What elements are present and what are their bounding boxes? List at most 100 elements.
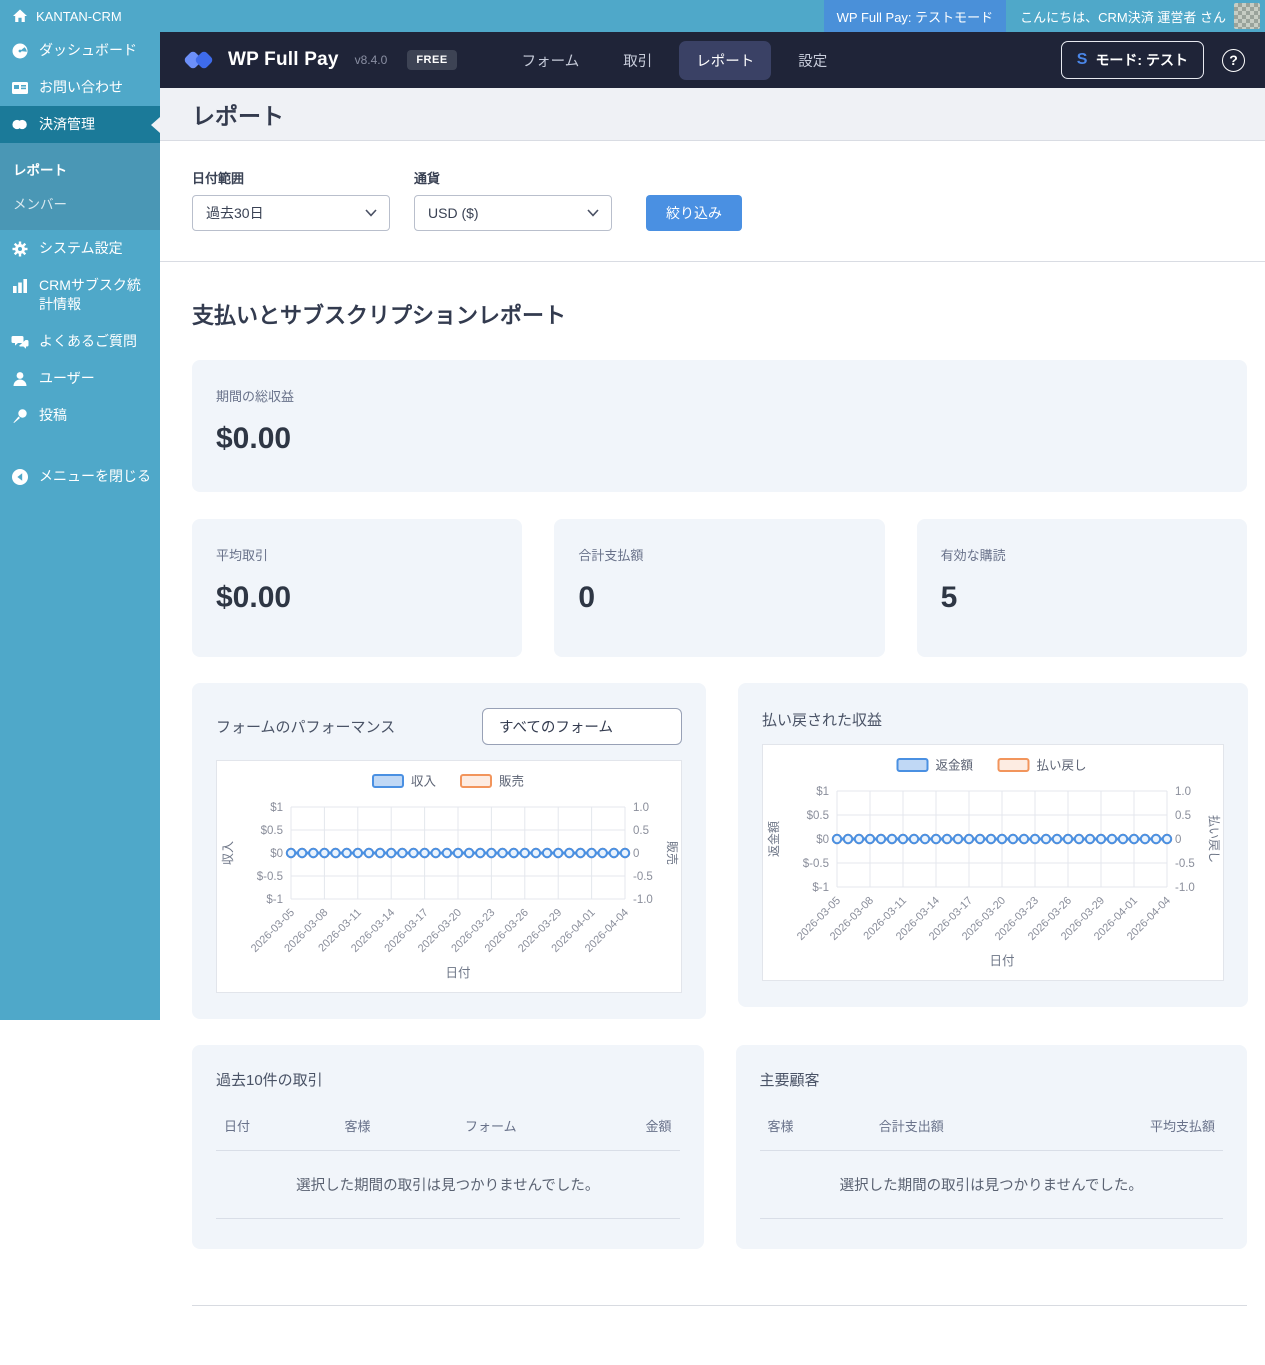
- svg-text:払い戻し: 払い戻し: [1037, 759, 1087, 773]
- filter-submit-button[interactable]: 絞り込み: [646, 195, 742, 231]
- stat-value: $0.00: [216, 422, 292, 455]
- submenu-item-reports[interactable]: レポート: [0, 152, 160, 186]
- svg-text:-0.5: -0.5: [1175, 858, 1195, 870]
- chart-bar-icon: [10, 276, 29, 295]
- svg-text:$0.5: $0.5: [807, 810, 829, 822]
- date-range-select[interactable]: 過去30日: [192, 195, 390, 231]
- svg-text:日付: 日付: [989, 954, 1014, 968]
- column-header: 日付: [224, 1119, 251, 1134]
- dashboard-icon: [10, 41, 29, 60]
- recent-transactions-title: 過去10件の取引: [216, 1072, 323, 1089]
- help-icon[interactable]: ?: [1222, 48, 1245, 72]
- svg-text:$0: $0: [816, 834, 829, 846]
- nav-tab-reports[interactable]: レポート: [679, 40, 772, 80]
- user-icon: [10, 369, 29, 388]
- stat-value: 0: [578, 581, 596, 614]
- sidebar-item-crm-stats[interactable]: CRMサブスク統計情報: [0, 267, 160, 323]
- sidebar-item-label: 決済管理: [39, 116, 95, 132]
- date-range-value: 過去30日: [206, 205, 264, 221]
- pin-icon: [10, 406, 29, 425]
- currency-select[interactable]: USD ($): [414, 195, 612, 231]
- user-greeting[interactable]: こんにちは、CRM決済 運営者 さん: [1006, 7, 1234, 26]
- top-customers-table: 客様 合計支出額 平均支払額 選択した期間の取引は見つかりませんでした。: [759, 1108, 1223, 1219]
- svg-text:$-1: $-1: [812, 882, 829, 894]
- refunded-revenue-chart: $1 1.0 $0.5 0.5 $0 0 $-0.5 -0.5 $-1 -1.0 2026-03-0…: [762, 744, 1224, 981]
- page-header: レポート: [160, 88, 1265, 141]
- chevron-down-icon: [365, 209, 377, 217]
- date-range-label: 日付範囲: [192, 171, 245, 186]
- report-section: 支払いとサブスクリプションレポート 期間の総収益 $0.00 平均取引 $0.0…: [160, 262, 1265, 1365]
- sidebar-item-label: お問い合わせ: [39, 79, 123, 95]
- stat-label: 平均取引: [216, 548, 269, 563]
- mode-test-button[interactable]: S モード: テスト: [1060, 41, 1204, 79]
- empty-message: 選択した期間の取引は見つかりませんでした。: [759, 1150, 1223, 1219]
- sidebar-item-label: CRMサブスク統計情報: [39, 277, 141, 312]
- svg-text:$1: $1: [270, 802, 283, 814]
- active-menu-arrow: [151, 116, 160, 133]
- stat-label: 期間の総収益: [216, 389, 295, 404]
- nav-tab-forms[interactable]: フォーム: [505, 41, 597, 80]
- stat-value: $0.00: [216, 581, 292, 614]
- payments-submenu: レポート メンバー: [0, 143, 160, 230]
- top-customers-card: 主要顧客 客様 合計支出額 平均支払額 選択した期間の取引は見つかりませんでした…: [735, 1045, 1247, 1249]
- svg-text:収入: 収入: [221, 841, 235, 865]
- site-home-link[interactable]: KANTAN-CRM: [0, 8, 122, 24]
- column-header: フォーム: [465, 1119, 517, 1134]
- sidebar-collapse-menu[interactable]: メニューを閉じる: [0, 458, 160, 495]
- form-filter-value: すべてのフォーム: [499, 719, 613, 736]
- sidebar-item-feedback[interactable]: お問い合わせ: [0, 69, 160, 106]
- empty-message: 選択した期間の取引は見つかりませんでした。: [216, 1150, 680, 1219]
- stat-value: 5: [940, 581, 958, 614]
- sidebar-item-users[interactable]: ユーザー: [0, 360, 160, 397]
- submenu-item-members[interactable]: メンバー: [0, 186, 160, 220]
- admin-top-bar: KANTAN-CRM WP Full Pay: テストモード こんにちは、CRM…: [0, 0, 1265, 32]
- svg-text:収入: 収入: [411, 775, 437, 789]
- sidebar-item-dashboard[interactable]: ダッシュボード: [0, 32, 160, 69]
- sidebar-item-system-settings[interactable]: システム設定: [0, 230, 160, 267]
- testmode-badge[interactable]: WP Full Pay: テストモード: [823, 0, 1007, 32]
- recent-transactions-table: 日付 客様 フォーム 金額 選択した期間の取引は見つかりませんでした。: [216, 1108, 680, 1219]
- site-name: KANTAN-CRM: [36, 8, 122, 24]
- admin-sidebar: ダッシュボード お問い合わせ 決済管理 レポート メンバー システム設定 CRM…: [0, 32, 160, 1020]
- svg-text:0: 0: [1175, 834, 1181, 846]
- svg-text:販売: 販売: [499, 774, 524, 789]
- svg-text:返金額: 返金額: [767, 821, 781, 857]
- refunded-revenue-card: 払い戻された収益 $1 1.0 $0.5 0.5 $0 0 $-0.5 -0.5 $-1 -1.0…: [738, 683, 1248, 1007]
- svg-text:-1.0: -1.0: [1175, 882, 1195, 894]
- sidebar-item-payments[interactable]: 決済管理: [0, 106, 160, 143]
- svg-text:$1: $1: [816, 786, 829, 798]
- svg-text:$0.5: $0.5: [261, 825, 283, 837]
- svg-text:$-0.5: $-0.5: [803, 858, 829, 870]
- svg-text:$0: $0: [270, 848, 283, 860]
- plugin-nav-links: フォーム 取引 レポート 設定: [505, 40, 845, 80]
- svg-text:0.5: 0.5: [1175, 810, 1191, 822]
- svg-text:販売: 販売: [665, 841, 680, 865]
- svg-text:1.0: 1.0: [633, 802, 649, 814]
- comments-icon: [10, 332, 29, 351]
- form-performance-title: フォームのパフォーマンス: [216, 718, 396, 736]
- column-header: 金額: [645, 1119, 672, 1134]
- column-header: 平均支払額: [1149, 1119, 1215, 1134]
- plugin-name: WP Full Pay: [228, 49, 339, 70]
- stat-card-average-transaction: 平均取引 $0.00: [192, 519, 523, 657]
- svg-text:日付: 日付: [445, 966, 470, 980]
- payments-icon: [10, 115, 29, 134]
- nav-tab-transactions[interactable]: 取引: [606, 41, 669, 80]
- plugin-brand: WP Full Pay v8.4.0 FREE: [183, 48, 457, 72]
- nav-tab-settings[interactable]: 設定: [781, 41, 844, 80]
- sidebar-item-label: 投稿: [39, 407, 67, 423]
- sidebar-item-label: システム設定: [39, 240, 123, 256]
- collapse-arrow-icon: [10, 467, 29, 486]
- main-content: WP Full Pay v8.4.0 FREE フォーム 取引 レポート 設定 …: [160, 32, 1265, 1365]
- sidebar-item-posts[interactable]: 投稿: [0, 397, 160, 434]
- stat-card-active-subscriptions: 有効な購読 5: [916, 519, 1247, 657]
- form-filter-select[interactable]: すべてのフォーム: [482, 707, 682, 745]
- avatar[interactable]: [1234, 3, 1260, 29]
- mode-label: モード: テスト: [1095, 52, 1188, 68]
- form-performance-chart: $1 1.0 $0.5 0.5 $0 0 $-0.5 -0.5 $-1 -1.0 2026-03-0…: [216, 760, 682, 993]
- sidebar-item-label: ダッシュボード: [39, 42, 137, 58]
- plugin-version: v8.4.0: [354, 53, 388, 67]
- free-badge: FREE: [407, 50, 457, 70]
- sidebar-item-faq[interactable]: よくあるご質問: [0, 323, 160, 360]
- svg-text:1.0: 1.0: [1175, 786, 1191, 798]
